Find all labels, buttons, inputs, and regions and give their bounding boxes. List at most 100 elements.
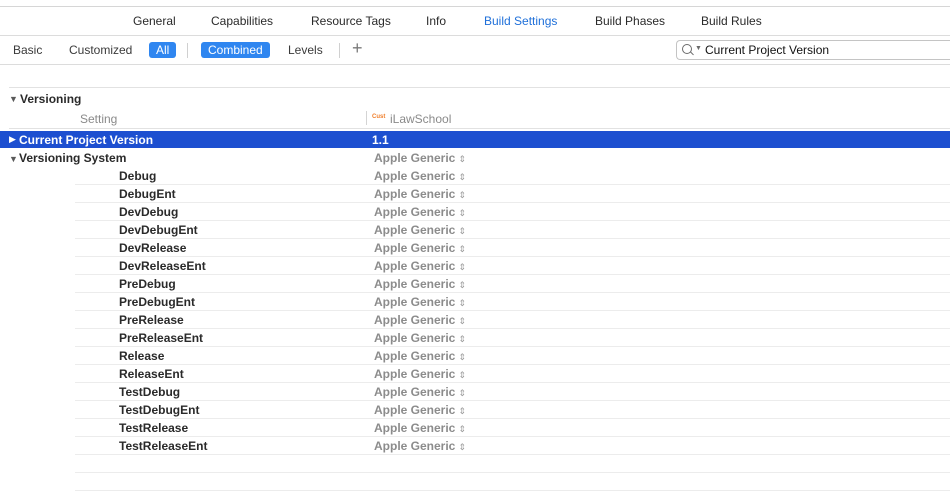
config-name: PreReleaseEnt <box>119 331 204 345</box>
config-name: DebugEnt <box>119 187 176 201</box>
tab-build-rules[interactable]: Build Rules <box>701 14 762 28</box>
up-down-arrows-icon: ⇕ <box>458 388 466 398</box>
list-item[interactable]: TestReleaseEnt Apple Generic ⇕ <box>0 437 950 455</box>
up-down-arrows-icon: ⇕ <box>458 316 466 326</box>
list-item[interactable]: PreRelease Apple Generic ⇕ <box>0 311 950 329</box>
magnifier-icon[interactable] <box>682 44 692 54</box>
plus-icon[interactable]: + <box>352 38 363 59</box>
setting-name-versioning-system: Versioning System <box>19 151 127 165</box>
list-item[interactable]: TestRelease Apple Generic ⇕ <box>0 419 950 437</box>
chevron-down-icon[interactable]: ▼ <box>695 45 702 52</box>
configuration-list: Debug Apple Generic ⇕ DebugEnt Apple Generi… <box>0 167 950 491</box>
up-down-arrows-icon: ⇕ <box>458 280 466 290</box>
config-name: PreDebugEnt <box>119 295 196 309</box>
tab-capabilities[interactable]: Capabilities <box>211 14 273 28</box>
config-name: ReleaseEnt <box>119 367 184 381</box>
tab-build-phases[interactable]: Build Phases <box>595 14 665 28</box>
setting-value-versioning-system[interactable]: Apple Generic ⇕ <box>374 151 466 165</box>
list-item[interactable]: DevReleaseEnt Apple Generic ⇕ <box>0 257 950 275</box>
config-name: DevDebug <box>119 205 179 219</box>
config-value[interactable]: Apple Generic ⇕ <box>374 205 466 219</box>
search-field[interactable]: ▼ Current Project Version <box>676 40 950 60</box>
value-text: Apple Generic <box>374 421 456 435</box>
config-value[interactable]: Apple Generic ⇕ <box>374 169 466 183</box>
up-down-arrows-icon: ⇕ <box>458 370 466 380</box>
config-value[interactable]: Apple Generic ⇕ <box>374 259 466 273</box>
filter-basic[interactable]: Basic <box>13 43 42 57</box>
value-text: Apple Generic <box>374 205 456 219</box>
up-down-arrows-icon: ⇕ <box>458 334 466 344</box>
config-value[interactable]: Apple Generic ⇕ <box>374 241 466 255</box>
filter-customized[interactable]: Customized <box>69 43 132 57</box>
tab-build-settings[interactable]: Build Settings <box>484 14 557 28</box>
list-item[interactable]: DevDebug Apple Generic ⇕ <box>0 203 950 221</box>
list-item[interactable]: DevRelease Apple Generic ⇕ <box>0 239 950 257</box>
config-value[interactable]: Apple Generic ⇕ <box>374 385 466 399</box>
config-name: DevRelease <box>119 241 187 255</box>
list-item[interactable]: Release Apple Generic ⇕ <box>0 347 950 365</box>
config-value[interactable]: Apple Generic ⇕ <box>374 187 466 201</box>
setting-value[interactable]: 1.1 <box>372 133 389 147</box>
list-item[interactable]: DevDebugEnt Apple Generic ⇕ <box>0 221 950 239</box>
config-value[interactable]: Apple Generic ⇕ <box>374 421 466 435</box>
disclosure-down-icon[interactable]: ▼ <box>9 94 18 104</box>
value-text: Apple Generic <box>374 403 456 417</box>
filter-divider <box>187 43 188 58</box>
list-item[interactable]: TestDebugEnt Apple Generic ⇕ <box>0 401 950 419</box>
list-item[interactable]: PreDebugEnt Apple Generic ⇕ <box>0 293 950 311</box>
search-input[interactable]: Current Project Version <box>705 43 829 57</box>
tab-info[interactable]: Info <box>426 14 446 28</box>
up-down-arrows-icon: ⇕ <box>458 244 466 254</box>
value-text: Apple Generic <box>374 187 456 201</box>
config-name: PreRelease <box>119 313 184 327</box>
value-text: Apple Generic <box>374 331 456 345</box>
up-down-arrows-icon: ⇕ <box>458 154 466 164</box>
up-down-arrows-icon: ⇕ <box>458 172 466 182</box>
up-down-arrows-icon: ⇕ <box>458 208 466 218</box>
list-item[interactable]: PreReleaseEnt Apple Generic ⇕ <box>0 329 950 347</box>
view-levels[interactable]: Levels <box>288 43 323 57</box>
config-name: Release <box>119 349 165 363</box>
editor-tab-bar: General Capabilities Resource Tags Info … <box>0 7 950 35</box>
tab-resource-tags[interactable]: Resource Tags <box>311 14 391 28</box>
value-text: Apple Generic <box>374 295 456 309</box>
config-value[interactable]: Apple Generic ⇕ <box>374 313 466 327</box>
tab-general[interactable]: General <box>133 14 176 28</box>
list-item[interactable]: TestDebug Apple Generic ⇕ <box>0 383 950 401</box>
config-value[interactable]: Apple Generic ⇕ <box>374 277 466 291</box>
list-item[interactable]: ReleaseEnt Apple Generic ⇕ <box>0 365 950 383</box>
list-item[interactable]: DebugEnt Apple Generic ⇕ <box>0 185 950 203</box>
up-down-arrows-icon: ⇕ <box>458 226 466 236</box>
value-text: Apple Generic <box>374 439 456 453</box>
config-value[interactable]: Apple Generic ⇕ <box>374 295 466 309</box>
value-text: Apple Generic <box>374 259 456 273</box>
config-value[interactable]: Apple Generic ⇕ <box>374 367 466 381</box>
config-name: PreDebug <box>119 277 176 291</box>
view-combined[interactable]: Combined <box>201 42 270 58</box>
config-value[interactable]: Apple Generic ⇕ <box>374 223 466 237</box>
config-value[interactable]: Apple Generic ⇕ <box>374 403 466 417</box>
config-name: Debug <box>119 169 157 183</box>
section-title: Versioning <box>20 92 82 106</box>
setting-name: Current Project Version <box>19 133 154 147</box>
up-down-arrows-icon: ⇕ <box>458 352 466 362</box>
up-down-arrows-icon: ⇕ <box>458 442 466 452</box>
value-text: Apple Generic <box>374 367 456 381</box>
value-text: Apple Generic <box>374 151 456 165</box>
config-name: TestDebug <box>119 385 181 399</box>
disclosure-right-icon[interactable]: ▶ <box>9 134 16 145</box>
list-item[interactable]: Debug Apple Generic ⇕ <box>0 167 950 185</box>
value-text: Apple Generic <box>374 223 456 237</box>
column-header-setting: Setting <box>80 112 118 126</box>
config-name: TestDebugEnt <box>119 403 200 417</box>
config-value[interactable]: Apple Generic ⇕ <box>374 349 466 363</box>
empty-row <box>0 473 950 491</box>
filter-all[interactable]: All <box>149 42 177 58</box>
config-value[interactable]: Apple Generic ⇕ <box>374 439 466 453</box>
list-item[interactable]: PreDebug Apple Generic ⇕ <box>0 275 950 293</box>
setting-row-current-project-version[interactable]: ▶ Current Project Version 1.1 <box>0 131 950 148</box>
value-text: Apple Generic <box>374 313 456 327</box>
filter-bar-divider <box>0 64 950 65</box>
disclosure-down-icon[interactable]: ▼ <box>9 154 18 164</box>
config-value[interactable]: Apple Generic ⇕ <box>374 331 466 345</box>
